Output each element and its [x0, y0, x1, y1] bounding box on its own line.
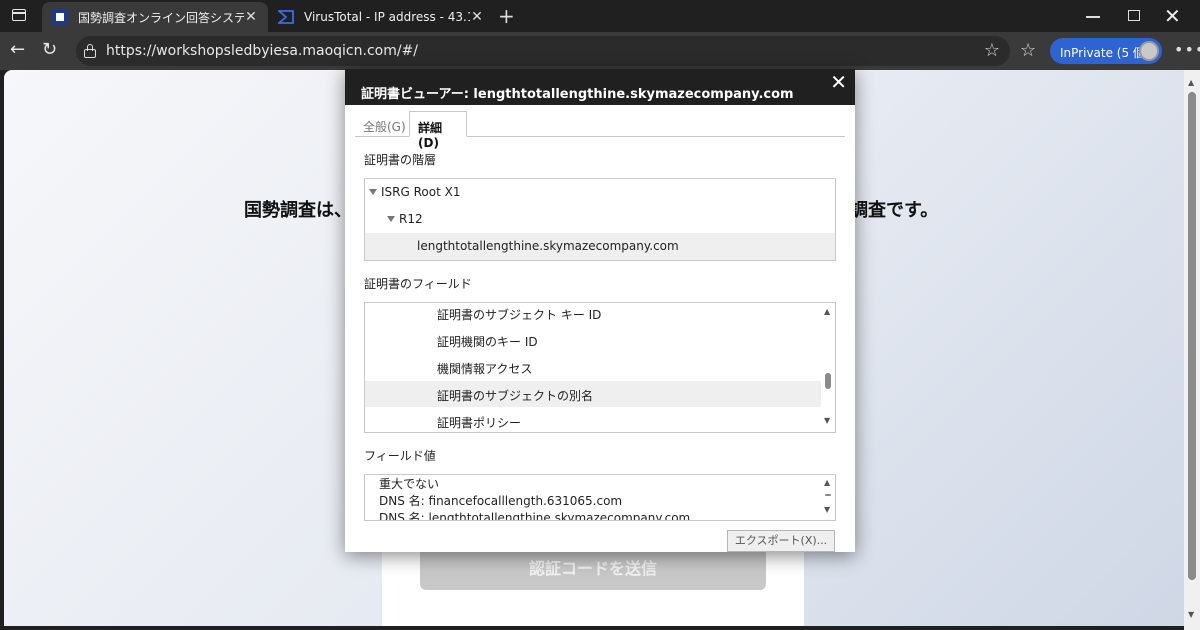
tree-item-leaf[interactable]: lengthtotallengthine.skymazecompany.com [417, 239, 679, 253]
field-item[interactable]: 機関情報アクセス [437, 360, 532, 377]
back-icon[interactable]: ← [10, 40, 25, 60]
fields-label: 証明書のフィールド [364, 277, 472, 291]
tab-virustotal[interactable]: VirusTotal - IP address - 43.160.2 ✕ [268, 2, 494, 32]
scroll-down-icon[interactable]: ▼ [1188, 610, 1194, 619]
fields-scroll-thumb[interactable] [825, 373, 831, 389]
new-tab-icon[interactable]: + [498, 6, 515, 26]
expand-triangle-icon[interactable] [369, 189, 377, 195]
field-item[interactable]: 証明機関のキー ID [437, 333, 538, 350]
scroll-up-icon[interactable]: ▲ [824, 307, 830, 316]
field-value-box[interactable]: 重大でない DNS 名: financefocalllength.631065.… [364, 474, 836, 521]
tab-general[interactable]: 全般(G) [355, 111, 414, 137]
lock-icon[interactable] [84, 43, 96, 58]
tab-detail[interactable]: 詳細(D) [409, 111, 467, 150]
scroll-down-icon[interactable]: ▼ [824, 416, 830, 425]
inprivate-label: InPrivate (5 個) [1060, 46, 1150, 60]
window-close-icon[interactable]: ✕ [1164, 4, 1181, 28]
tree-item-root[interactable]: ISRG Root X1 [369, 185, 460, 199]
dialog-tabs: 全般(G) 詳細(D) [355, 111, 845, 150]
address-bar[interactable]: https://workshopsledbyiesa.maoqicn.com/#… [76, 36, 1010, 66]
inprivate-button[interactable]: InPrivate (5 個) [1050, 38, 1162, 64]
tab-title: VirusTotal - IP address - 43.160.2 [304, 10, 470, 24]
tab-close-icon[interactable]: ✕ [244, 9, 258, 25]
dialog-close-icon[interactable]: ✕ [830, 70, 847, 94]
fields-scrollbar[interactable]: ▲ ▼ [821, 303, 835, 432]
tab-close-icon[interactable]: ✕ [470, 9, 484, 25]
avatar [1139, 41, 1159, 61]
fields-list: 証明書のサブジェクト キー ID 証明機関のキー ID 機関情報アクセス 証明書… [364, 302, 836, 433]
page-scroll-thumb[interactable] [1188, 92, 1196, 580]
field-item[interactable]: 証明書ポリシー [437, 414, 521, 431]
favorites-icon[interactable]: ☆ [1020, 40, 1036, 61]
scroll-up-icon[interactable]: ▲ [1188, 78, 1194, 87]
more-menu-icon[interactable]: ••• [1174, 40, 1200, 59]
export-button[interactable]: エクスポート(X)... [727, 530, 835, 552]
url-text: https://workshopsledbyiesa.maoqicn.com/#… [106, 43, 419, 59]
minimize-icon[interactable] [1086, 16, 1100, 18]
field-item[interactable]: 証明書のサブジェクトの別名 [437, 387, 593, 404]
tree-item-intermediate[interactable]: R12 [387, 212, 423, 226]
census-favicon-icon [52, 9, 68, 25]
send-code-button[interactable]: 認証コードを送信 [420, 548, 766, 590]
value-scrollbar[interactable]: ▲ ▼ [821, 475, 835, 520]
tab-census[interactable]: 国勢調査オンライン回答システム ✕ [42, 2, 268, 32]
field-value-line: DNS 名: financefocalllength.631065.com [379, 494, 623, 508]
hierarchy-label: 証明書の階層 [364, 153, 437, 167]
value-scroll-thumb[interactable] [825, 494, 831, 496]
tab-actions-icon[interactable] [8, 6, 30, 26]
virustotal-favicon-icon [278, 9, 294, 25]
tab-title: 国勢調査オンライン回答システム [78, 10, 244, 25]
field-item[interactable]: 証明書のサブジェクト キー ID [437, 306, 601, 323]
field-value-line: 重大でない [379, 477, 440, 491]
reload-icon[interactable]: ↻ [42, 40, 57, 60]
page-scrollbar[interactable]: ▲ ▼ [1184, 70, 1200, 630]
headline-right: 調査です。 [850, 200, 939, 221]
field-value-line: DNS 名: lengthtotallengthine.skymazecompa… [379, 511, 691, 521]
maximize-icon[interactable] [1128, 10, 1140, 21]
tab-bar: 国勢調査オンライン回答システム ✕ VirusTotal - IP addres… [0, 0, 1200, 32]
expand-triangle-icon[interactable] [387, 216, 395, 222]
headline-left: 国勢調査は、 [244, 200, 352, 221]
favorite-star-icon[interactable]: ☆ [984, 40, 1000, 61]
scroll-up-icon[interactable]: ▲ [824, 478, 830, 487]
dialog-title: 証明書ビューアー: lengthtotallengthine.skymazeco… [361, 87, 794, 102]
hierarchy-tree: ISRG Root X1 R12 lengthtotallengthine.sk… [364, 178, 836, 261]
browser-toolbar: ← ↻ https://workshopsledbyiesa.maoqicn.c… [0, 32, 1200, 70]
scroll-down-icon[interactable]: ▼ [824, 505, 830, 514]
certificate-viewer-dialog: 証明書ビューアー: lengthtotallengthine.skymazeco… [345, 69, 855, 552]
field-value-label: フィールド値 [364, 449, 436, 463]
